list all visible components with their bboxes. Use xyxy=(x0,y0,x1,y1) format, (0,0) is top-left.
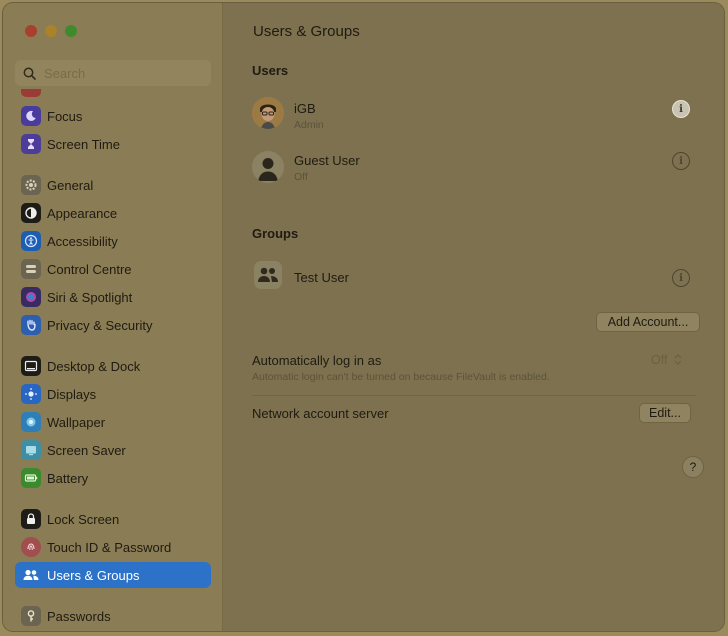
sidebar-item-label: Displays xyxy=(47,386,97,402)
auto-login-label: Automatically log in as xyxy=(252,353,382,368)
sidebar-item-screen-time[interactable]: Screen Time xyxy=(15,131,211,157)
sidebar-item-label: Appearance xyxy=(47,205,118,221)
sidebar-item-label: Passwords xyxy=(47,608,111,624)
sidebar-item-label: Privacy & Security xyxy=(47,317,153,333)
close-button[interactable] xyxy=(25,25,37,37)
window-controls xyxy=(25,25,77,37)
gear-icon xyxy=(21,175,41,195)
auto-login-value: Off xyxy=(651,353,668,367)
sidebar-item-touch-id[interactable]: Touch ID & Password xyxy=(15,534,211,560)
dock-icon xyxy=(21,356,41,376)
sidebar-item-general[interactable]: General xyxy=(15,172,211,198)
hourglass-icon xyxy=(21,134,41,154)
zoom-button[interactable] xyxy=(65,25,77,37)
sidebar-item-screen-saver[interactable]: Screen Saver xyxy=(15,437,211,463)
main-pane: Users & Groups Users iGB Admin i Guest U… xyxy=(223,3,724,631)
guest-avatar xyxy=(252,151,284,183)
sidebar-item-wallpaper[interactable]: Wallpaper xyxy=(15,409,211,435)
sidebar-item-appearance[interactable]: Appearance xyxy=(15,200,211,226)
sidebar-item-passwords[interactable]: Passwords xyxy=(15,603,211,629)
sidebar-item-siri-spotlight[interactable]: Siri & Spotlight xyxy=(15,284,211,310)
chevron-updown-icon xyxy=(674,354,682,365)
sidebar-item-label: Touch ID & Password xyxy=(47,539,172,555)
search-input[interactable] xyxy=(42,64,206,82)
guest-user-status: Off xyxy=(294,171,308,183)
user-role: Admin xyxy=(294,119,324,131)
sidebar-item-focus[interactable]: Focus xyxy=(15,103,211,129)
sidebar-item-label: Wallpaper xyxy=(47,414,106,430)
group-icon xyxy=(254,261,282,289)
sidebar-item-label: Screen Saver xyxy=(47,442,126,458)
sidebar-item-privacy-security[interactable]: Privacy & Security xyxy=(15,312,211,338)
group-info-button[interactable]: i xyxy=(672,269,690,287)
sidebar-item-control-centre[interactable]: Control Centre xyxy=(15,256,211,282)
hand-icon xyxy=(21,315,41,335)
sidebar-item-displays[interactable]: Displays xyxy=(15,381,211,407)
help-button[interactable]: ? xyxy=(682,456,704,478)
sidebar-item-lock-screen[interactable]: Lock Screen xyxy=(15,506,211,532)
search-icon xyxy=(23,67,36,80)
minimize-button[interactable] xyxy=(45,25,57,37)
moon-icon xyxy=(21,106,41,126)
row-divider xyxy=(252,395,696,396)
wallpaper-icon xyxy=(21,412,41,432)
guest-info-button[interactable]: i xyxy=(672,152,690,170)
page-title: Users & Groups xyxy=(253,23,360,40)
sidebar-item-label: Screen Time xyxy=(47,136,120,152)
network-server-label: Network account server xyxy=(252,406,389,421)
auto-login-note: Automatic login can't be turned on becau… xyxy=(252,371,550,383)
sidebar-item-users-groups[interactable]: Users & Groups xyxy=(15,562,211,588)
sidebar: Focus Screen Time General Appearance xyxy=(3,3,223,631)
lock-icon xyxy=(21,509,41,529)
control-centre-icon xyxy=(21,259,41,279)
add-account-button[interactable]: Add Account... xyxy=(596,312,700,332)
sidebar-item-label: Focus xyxy=(47,108,83,124)
sun-icon xyxy=(21,384,41,404)
user-avatar xyxy=(252,97,284,129)
sidebar-item-label: Desktop & Dock xyxy=(47,358,141,374)
group-name: Test User xyxy=(294,270,349,285)
sidebar-item-label: Lock Screen xyxy=(47,511,120,527)
key-icon xyxy=(21,606,41,626)
edit-network-server-button[interactable]: Edit... xyxy=(639,403,691,423)
users-icon xyxy=(21,565,41,585)
sidebar-item-label: Control Centre xyxy=(47,261,132,277)
sidebar-item-label: General xyxy=(47,177,94,193)
siri-icon xyxy=(21,287,41,307)
search-field[interactable] xyxy=(15,60,211,86)
users-section-heading: Users xyxy=(252,63,289,78)
user-name: iGB xyxy=(294,101,316,116)
clipped-sidebar-icon xyxy=(21,89,41,97)
groups-section-heading: Groups xyxy=(252,226,299,241)
accessibility-icon xyxy=(21,231,41,251)
user-info-button[interactable]: i xyxy=(672,100,690,118)
auto-login-popup[interactable]: Off xyxy=(651,353,682,367)
sidebar-item-accessibility[interactable]: Accessibility xyxy=(15,228,211,254)
battery-icon xyxy=(21,468,41,488)
fingerprint-icon xyxy=(21,537,41,557)
sidebar-item-label: Accessibility xyxy=(47,233,118,249)
appearance-icon xyxy=(21,203,41,223)
screen-saver-icon xyxy=(21,440,41,460)
sidebar-item-desktop-dock[interactable]: Desktop & Dock xyxy=(15,353,211,379)
settings-window: Focus Screen Time General Appearance xyxy=(3,3,724,631)
sidebar-item-label: Battery xyxy=(47,470,89,486)
sidebar-item-label: Siri & Spotlight xyxy=(47,289,133,305)
guest-user-name: Guest User xyxy=(294,153,360,168)
sidebar-item-battery[interactable]: Battery xyxy=(15,465,211,491)
sidebar-item-label: Users & Groups xyxy=(47,567,140,583)
